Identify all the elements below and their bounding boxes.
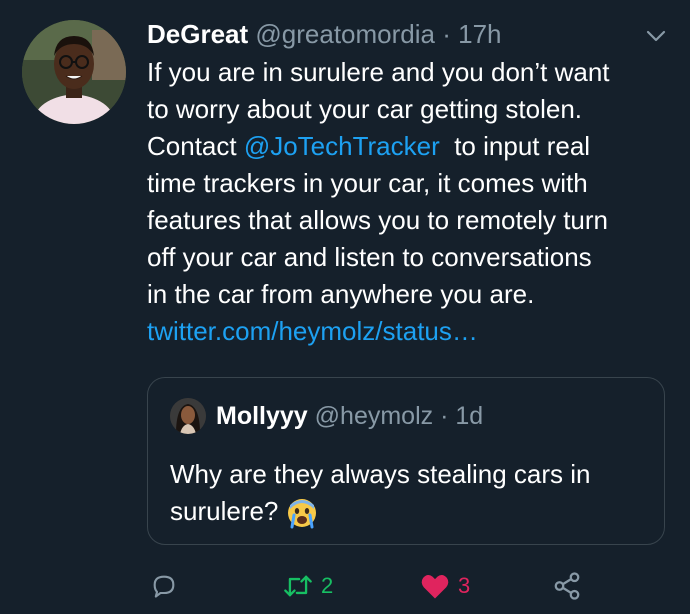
share-button[interactable] bbox=[552, 566, 582, 606]
tweet-text-line: features that allows you to remotely tur… bbox=[147, 205, 609, 235]
tweet-text-line: in the car from anywhere you are. bbox=[147, 279, 535, 309]
quoted-avatar-image bbox=[170, 398, 206, 434]
quoted-header-separator: · bbox=[440, 402, 449, 430]
tweet-text-line: time trackers in your car, it comes with bbox=[147, 168, 588, 198]
header-separator: · bbox=[442, 19, 451, 49]
retweet-button[interactable]: 2 bbox=[283, 566, 333, 606]
tweet-text-line: Contact @JoTechTracker to input real bbox=[147, 128, 667, 165]
tweet-text-line: to worry about your car getting stolen. bbox=[147, 94, 583, 124]
tweet-text-line: off your car and listen to conversations bbox=[147, 242, 592, 272]
quoted-text-fragment: surulere? bbox=[170, 496, 286, 526]
tweet-text-fragment: Contact bbox=[147, 131, 244, 161]
quoted-text-line: Why are they always stealing cars in bbox=[170, 459, 591, 489]
tweet-text: If you are in surulere and you don’t wan… bbox=[147, 54, 667, 350]
tweet-text-line: If you are in surulere and you don’t wan… bbox=[147, 57, 610, 87]
quoted-text-line: surulere? bbox=[170, 493, 640, 530]
tweet-header: DeGreat @greatomordia · 17h bbox=[147, 14, 630, 54]
crying-face-emoji bbox=[286, 497, 318, 529]
like-button[interactable]: 3 bbox=[420, 566, 470, 606]
share-icon bbox=[554, 572, 580, 600]
quoted-tweet-text: Why are they always stealing cars in sur… bbox=[170, 456, 640, 530]
quoted-tweet-header: Mollyyy @heymolz · 1d bbox=[216, 396, 483, 436]
heart-icon bbox=[421, 575, 449, 599]
mention-link[interactable]: @JoTechTracker bbox=[244, 131, 440, 161]
reply-button[interactable] bbox=[150, 566, 178, 606]
author-handle[interactable]: @greatomordia bbox=[255, 19, 435, 49]
quoted-author-avatar[interactable] bbox=[170, 398, 206, 434]
chevron-down-icon[interactable] bbox=[644, 24, 668, 48]
retweet-count: 2 bbox=[321, 573, 334, 598]
author-avatar-image bbox=[22, 20, 126, 124]
author-avatar[interactable] bbox=[22, 20, 126, 124]
retweet-icon bbox=[284, 575, 312, 597]
quoted-tweet-card[interactable]: Mollyyy @heymolz · 1d Why are they alway… bbox=[147, 377, 665, 545]
like-count: 3 bbox=[458, 573, 471, 598]
quoted-author-name: Mollyyy bbox=[216, 402, 308, 430]
tweet-text-fragment: to input real bbox=[439, 131, 591, 161]
status-link[interactable]: twitter.com/heymolz/status… bbox=[147, 313, 667, 350]
tweet-timestamp[interactable]: 17h bbox=[458, 19, 501, 49]
author-name[interactable]: DeGreat bbox=[147, 19, 248, 49]
reply-icon bbox=[153, 575, 175, 598]
tweet-actions: 2 3 bbox=[0, 566, 690, 606]
quoted-tweet-timestamp: 1d bbox=[455, 402, 484, 430]
quoted-author-handle: @heymolz bbox=[314, 402, 434, 430]
